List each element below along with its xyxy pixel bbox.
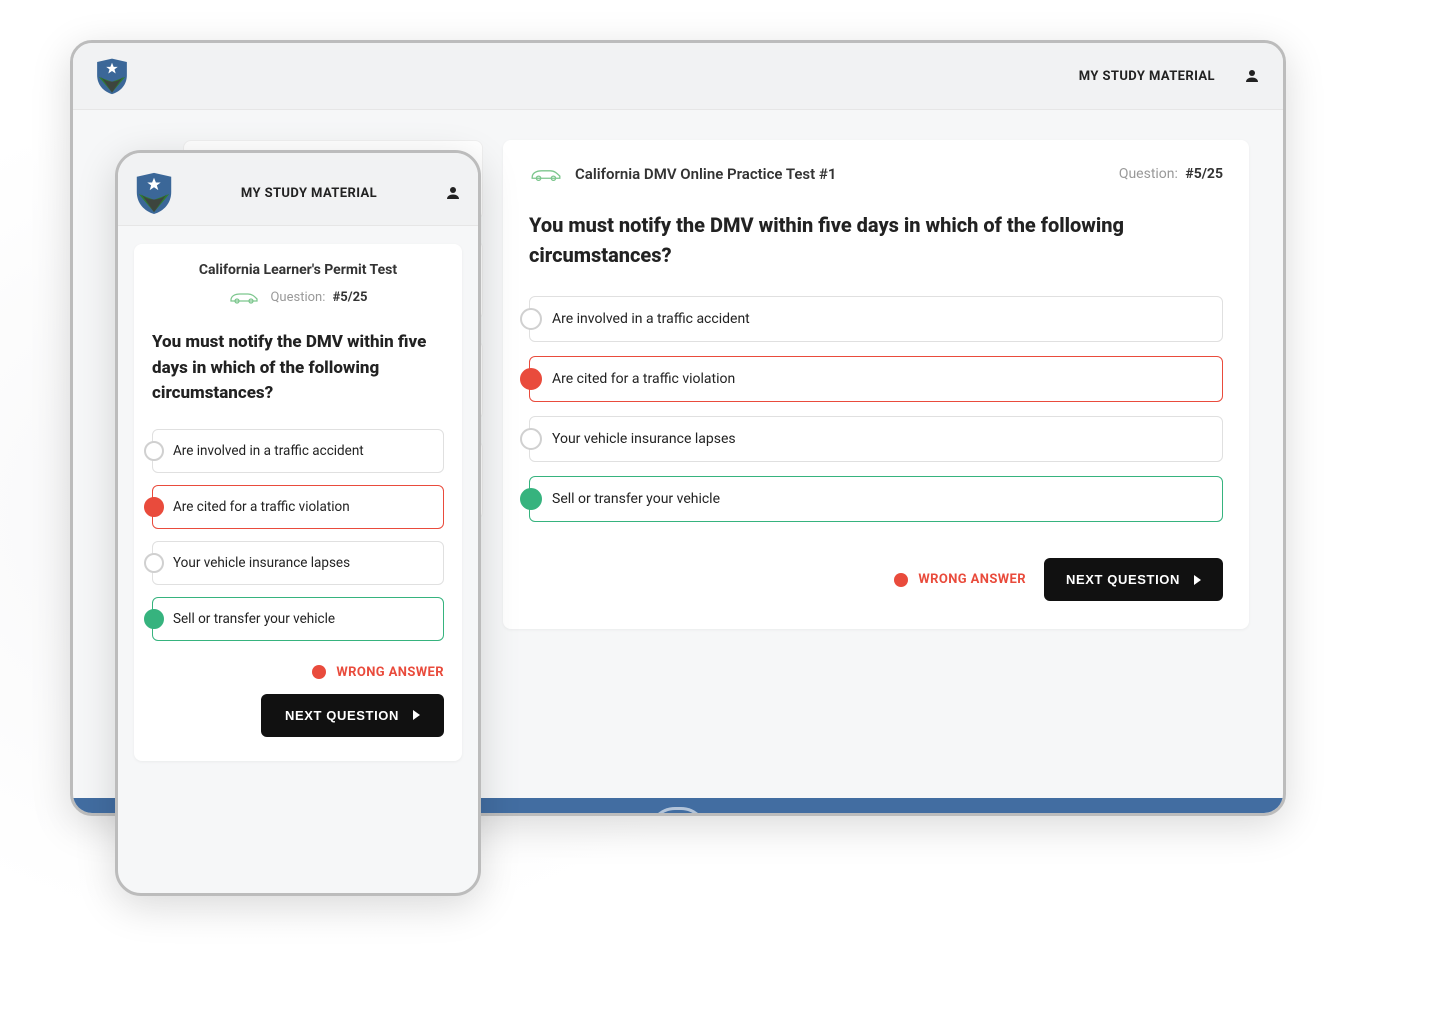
radio-dot-icon (520, 368, 542, 390)
arc-icon (648, 807, 708, 817)
radio-dot-icon (144, 553, 164, 573)
answer-option[interactable]: Sell or transfer your vehicle (152, 597, 444, 641)
question-counter: Question: #5/25 (270, 290, 367, 305)
radio-dot-icon (144, 441, 164, 461)
user-icon[interactable] (1243, 67, 1261, 85)
answer-text: Sell or transfer your vehicle (173, 611, 335, 627)
triangle-right-icon (1194, 575, 1201, 585)
answer-text: Are involved in a traffic accident (552, 311, 750, 327)
radio-dot-icon (144, 497, 164, 517)
radio-dot-icon (520, 488, 542, 510)
car-icon (228, 288, 260, 306)
user-icon[interactable] (444, 184, 462, 202)
radio-dot-icon (520, 308, 542, 330)
test-title: California Learner's Permit Test (152, 262, 444, 278)
answer-option[interactable]: Are cited for a traffic violation (529, 356, 1223, 402)
answer-list: Are involved in a traffic accident Are ci… (152, 429, 444, 641)
radio-dot-icon (520, 428, 542, 450)
answer-option[interactable]: Your vehicle insurance lapses (529, 416, 1223, 462)
answer-text: Are cited for a traffic violation (552, 371, 735, 387)
shield-logo-icon (95, 57, 129, 95)
question-text: You must notify the DMV within five days… (152, 330, 444, 407)
desktop-header: MY STUDY MATERIAL (73, 43, 1283, 110)
result-badge: WRONG ANSWER (312, 665, 444, 680)
app-logo (95, 57, 129, 95)
answer-text: Your vehicle insurance lapses (173, 555, 350, 571)
answer-option[interactable]: Are involved in a traffic accident (529, 296, 1223, 342)
next-question-button[interactable]: NEXT QUESTION (1044, 558, 1223, 601)
car-icon (529, 164, 563, 184)
radio-dot-icon (144, 609, 164, 629)
my-study-material-link[interactable]: MY STUDY MATERIAL (241, 186, 377, 201)
next-question-button[interactable]: NEXT QUESTION (261, 694, 444, 737)
answer-option[interactable]: Sell or transfer your vehicle (529, 476, 1223, 522)
quiz-card: California DMV Online Practice Test #1 Q… (503, 140, 1249, 629)
quiz-card: California Learner's Permit Test Questio… (134, 244, 462, 761)
answer-option[interactable]: Your vehicle insurance lapses (152, 541, 444, 585)
shield-logo-icon (134, 171, 174, 215)
answer-text: Are cited for a traffic violation (173, 499, 350, 515)
test-title: California DMV Online Practice Test #1 (575, 165, 836, 183)
question-counter: Question: #5/25 (1119, 166, 1223, 182)
my-study-material-link[interactable]: MY STUDY MATERIAL (1079, 69, 1215, 84)
answer-text: Sell or transfer your vehicle (552, 491, 720, 507)
answer-option[interactable]: Are cited for a traffic violation (152, 485, 444, 529)
answer-option[interactable]: Are involved in a traffic accident (152, 429, 444, 473)
answer-list: Are involved in a traffic accident Are ci… (529, 296, 1223, 522)
app-logo (134, 171, 174, 215)
mobile-frame: MY STUDY MATERIAL California Learner's P… (115, 150, 481, 896)
mobile-header: MY STUDY MATERIAL (118, 153, 478, 226)
result-badge: WRONG ANSWER (894, 572, 1026, 587)
result-dot-icon (312, 665, 326, 679)
question-text: You must notify the DMV within five days… (529, 210, 1223, 270)
answer-text: Are involved in a traffic accident (173, 443, 364, 459)
triangle-right-icon (413, 710, 420, 720)
result-dot-icon (894, 573, 908, 587)
answer-text: Your vehicle insurance lapses (552, 431, 736, 447)
